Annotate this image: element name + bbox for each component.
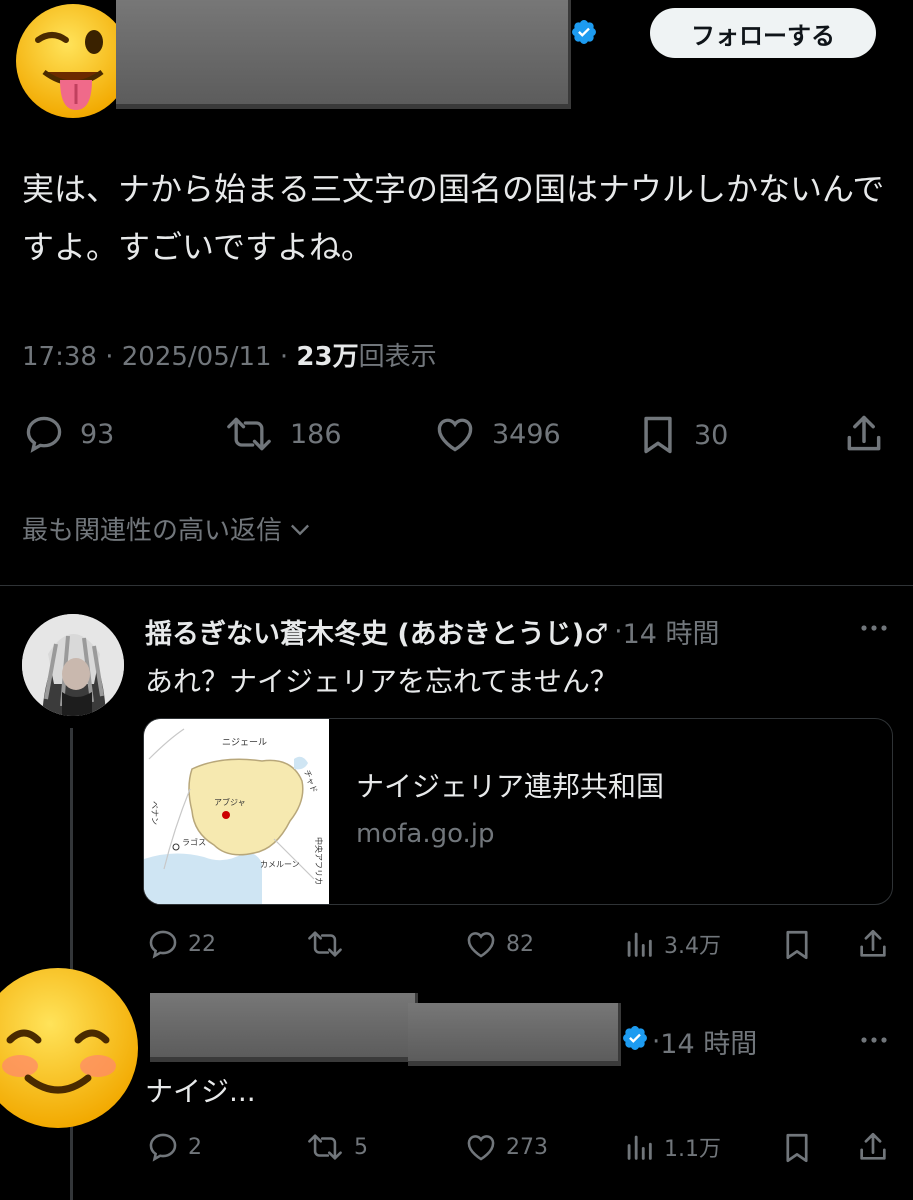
retweet-count: 186 — [290, 418, 342, 450]
reply-count: 93 — [80, 418, 115, 450]
reply2-bookmark-button[interactable] — [780, 1130, 822, 1166]
reply1-header: 揺るぎない蒼木冬史 (あおきとうじ)♂ · 14 時間 — [145, 612, 720, 651]
views-chart-icon — [627, 932, 652, 957]
share-icon — [847, 415, 881, 451]
reply1-views-count: 3.4万 — [664, 934, 721, 959]
tweet-time[interactable]: 17:38 — [22, 342, 97, 372]
reply2-text: ナイジ... — [145, 1075, 256, 1108]
reply-sort-dropdown[interactable]: 最も関連性の高い返信 — [22, 510, 314, 547]
map-label-cameroon: カメルーン — [260, 860, 300, 869]
retweet-icon — [308, 931, 342, 957]
reply-sort-label: 最も関連性の高い返信 — [22, 516, 283, 546]
reply1-time[interactable]: 14 時間 — [623, 612, 720, 651]
views-chart-icon — [627, 1135, 652, 1160]
bookmark-icon — [786, 1133, 808, 1163]
retweet-icon — [308, 1134, 342, 1160]
author-avatar-emoji[interactable] — [14, 2, 132, 120]
retweet-button[interactable]: 186 — [222, 412, 342, 456]
link-preview-card[interactable]: ニジェール チャド ベナン アブジャ ラゴス カメルーン 中央アフリカ ナイジェ… — [143, 718, 893, 905]
reply2-like-count: 273 — [506, 1134, 548, 1160]
map-label-car: 中央アフリカ — [314, 837, 324, 885]
retweet-icon — [227, 417, 271, 451]
reply1-share-button[interactable] — [856, 927, 898, 961]
nigeria-map-thumbnail: ニジェール チャド ベナン アブジャ ラゴス カメルーン 中央アフリカ — [144, 719, 329, 904]
tweet-views-count: 23万 — [296, 342, 359, 372]
author-name-redaction — [116, 0, 571, 109]
heart-icon — [437, 418, 473, 452]
reply2-reply-button[interactable]: 2 — [146, 1130, 202, 1164]
reply2-name-redaction-2 — [408, 1003, 621, 1066]
reply2-retweet-button[interactable]: 5 — [304, 1130, 368, 1164]
tweet-text: 実は、ナから始まる三文字の国名の国はナウルしかないんですよ。すごいですよね。 — [22, 170, 885, 266]
anime-character-avatar-icon — [22, 614, 124, 716]
reply1-like-button[interactable]: 82 — [464, 927, 534, 961]
verified-badge-icon — [572, 20, 596, 44]
chevron-down-icon — [291, 524, 310, 535]
smiling-blush-emoji-icon — [0, 968, 138, 1128]
like-count: 3496 — [492, 418, 561, 450]
reply2-like-button[interactable]: 273 — [464, 1130, 548, 1164]
reply2-views-count: 1.1万 — [664, 1137, 721, 1162]
bookmark-icon — [786, 930, 808, 960]
link-card-domain: mofa.go.jp — [356, 819, 495, 849]
link-card-title: ナイジェリア連邦共和国 — [356, 770, 665, 803]
reply-icon — [149, 930, 177, 959]
reply1-author-name[interactable]: 揺るぎない蒼木冬史 (あおきとうじ)♂ — [145, 612, 608, 651]
share-icon — [860, 1132, 886, 1160]
reply2-name-redaction-1 — [150, 993, 418, 1062]
tweet-views-label: 回表示 — [358, 342, 437, 372]
reply2-time[interactable]: 14 時間 — [660, 1022, 757, 1061]
reply1-bookmark-button[interactable] — [780, 927, 822, 963]
reply-button[interactable]: 93 — [22, 412, 114, 456]
verified-badge-icon — [623, 1026, 647, 1050]
heart-icon — [467, 932, 495, 958]
map-label-benin: ベナン — [150, 801, 159, 825]
reply1-text: あれ？ナイジェリアを忘れてません？ — [145, 665, 618, 698]
reply2-avatar-emoji[interactable] — [0, 966, 140, 1130]
bookmark-icon — [644, 416, 672, 454]
like-button[interactable]: 3496 — [432, 412, 561, 456]
bookmark-button[interactable]: 30 — [636, 412, 728, 458]
reply2-retweet-count: 5 — [354, 1134, 368, 1160]
reply2-reply-count: 2 — [188, 1134, 202, 1160]
reply1-reply-count: 22 — [188, 931, 216, 957]
heart-icon — [467, 1135, 495, 1161]
more-horizontal-icon — [861, 1037, 887, 1043]
reply1-more-button[interactable] — [858, 614, 890, 646]
share-button[interactable] — [842, 412, 900, 456]
reply2-more-button[interactable] — [858, 1026, 890, 1058]
map-label-lagos: ラゴス — [182, 837, 206, 847]
map-icon: ニジェール チャド ベナン アブジャ ラゴス カメルーン 中央アフリカ — [144, 719, 329, 904]
reply-icon — [149, 1133, 177, 1162]
more-horizontal-icon — [861, 625, 887, 631]
follow-button[interactable]: フォローする — [650, 8, 876, 58]
reply1-retweet-button[interactable] — [304, 927, 354, 961]
reply1-reply-button[interactable]: 22 — [146, 927, 216, 961]
winking-tongue-emoji-icon — [16, 4, 130, 118]
share-icon — [860, 929, 886, 957]
map-label-niger: ニジェール — [222, 738, 267, 748]
reply2-views-button[interactable]: 1.1万 — [622, 1130, 721, 1164]
reply1-avatar[interactable] — [22, 614, 124, 716]
map-label-abuja: アブジャ — [214, 797, 246, 807]
reply-icon — [26, 416, 62, 453]
section-divider — [0, 585, 913, 586]
tweet-meta: 17:38 · 2025/05/11 · 23万回表示 — [22, 342, 437, 372]
reply2-share-button[interactable] — [856, 1130, 898, 1164]
bookmark-count: 30 — [694, 419, 729, 451]
reply1-views-button[interactable]: 3.4万 — [622, 927, 721, 961]
tweet-date[interactable]: 2025/05/11 — [122, 342, 272, 372]
reply2-header-meta: · 14 時間 — [652, 1022, 757, 1061]
reply1-like-count: 82 — [506, 931, 534, 957]
